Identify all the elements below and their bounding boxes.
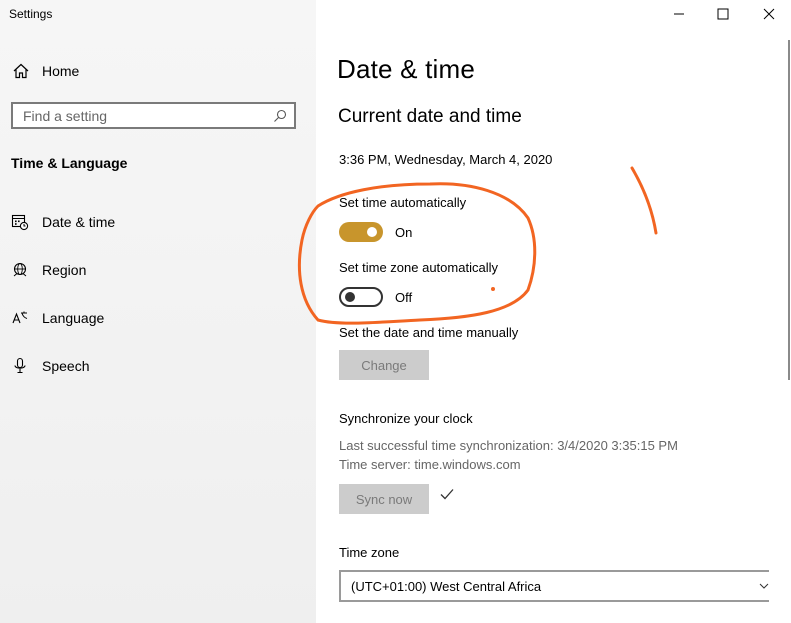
- sidebar-item-label: Region: [42, 262, 87, 278]
- sidebar-item-label: Language: [42, 310, 105, 326]
- home-label: Home: [42, 63, 80, 79]
- sidebar-item-date-time[interactable]: Date & time: [11, 211, 115, 233]
- sidebar-item-speech[interactable]: Speech: [11, 355, 89, 377]
- manual-datetime-label: Set the date and time manually: [339, 325, 519, 340]
- last-sync-text: Last successful time synchronization: 3/…: [339, 438, 678, 453]
- set-time-auto-toggle[interactable]: [339, 222, 383, 242]
- sidebar-item-region[interactable]: Region: [11, 259, 86, 281]
- set-time-auto-state: On: [395, 225, 413, 240]
- date-time-icon: [11, 214, 29, 231]
- set-timezone-auto-toggle[interactable]: [339, 287, 383, 307]
- current-datetime: 3:36 PM, Wednesday, March 4, 2020: [339, 152, 553, 167]
- language-icon: [12, 311, 28, 324]
- main-panel: Date & time Current date and time 3:36 P…: [316, 0, 791, 623]
- timezone-value: (UTC+01:00) West Central Africa: [351, 578, 542, 594]
- section-title: Time & Language: [11, 155, 128, 171]
- microphone-icon: [14, 357, 26, 374]
- sidebar: Settings Home Time & Language Date & tim…: [0, 0, 316, 623]
- timezone-label: Time zone: [339, 545, 400, 560]
- set-timezone-auto-label: Set time zone automatically: [339, 260, 498, 275]
- search-icon[interactable]: [272, 108, 288, 124]
- search-input[interactable]: [13, 106, 272, 125]
- sidebar-item-label: Date & time: [42, 214, 116, 230]
- set-time-auto-label: Set time automatically: [339, 195, 467, 210]
- section-heading-current: Current date and time: [338, 106, 522, 127]
- close-icon[interactable]: [759, 4, 779, 24]
- globe-icon: [13, 262, 27, 277]
- scrollbar[interactable]: [788, 40, 790, 380]
- maximize-icon[interactable]: [713, 4, 733, 24]
- sidebar-item-language[interactable]: Language: [11, 307, 104, 329]
- timezone-select[interactable]: (UTC+01:00) West Central Africa: [339, 570, 769, 602]
- checkmark-icon: [440, 489, 454, 500]
- home-nav-item[interactable]: Home: [12, 61, 79, 81]
- page-title: Date & time: [337, 54, 476, 84]
- search-box[interactable]: [11, 102, 296, 129]
- sidebar-item-label: Speech: [42, 358, 90, 374]
- chevron-down-icon: [759, 583, 769, 589]
- minimize-icon[interactable]: [669, 4, 689, 24]
- sync-clock-heading: Synchronize your clock: [339, 411, 473, 426]
- change-button[interactable]: Change: [339, 350, 429, 380]
- toggle-knob: [345, 292, 355, 302]
- time-server-text: Time server: time.windows.com: [339, 457, 521, 472]
- toggle-knob: [367, 227, 377, 237]
- set-timezone-auto-state: Off: [395, 290, 413, 305]
- sync-now-button[interactable]: Sync now: [339, 484, 429, 514]
- home-icon: [13, 63, 29, 79]
- app-title: Settings: [9, 7, 53, 21]
